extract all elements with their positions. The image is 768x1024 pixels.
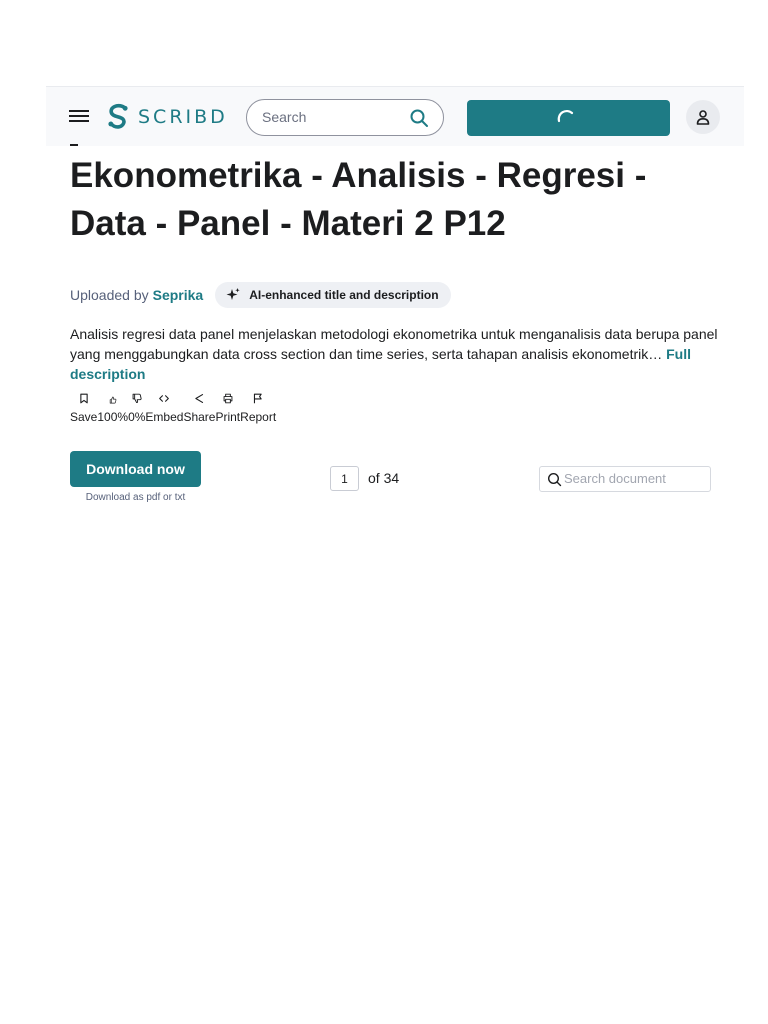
ai-badge-label: AI-enhanced title and description bbox=[249, 288, 439, 302]
report-label: Report bbox=[240, 410, 277, 424]
user-icon bbox=[696, 110, 710, 125]
site-search bbox=[246, 99, 444, 136]
dislike-percentage: 0% bbox=[128, 410, 146, 424]
bookmark-icon bbox=[79, 393, 88, 404]
flag-icon bbox=[254, 393, 262, 404]
uploaded-by-label: Uploaded by bbox=[70, 287, 149, 303]
report-button[interactable]: Report bbox=[240, 392, 276, 424]
thumbs-down-icon bbox=[132, 393, 142, 404]
description-text: Analisis regresi data panel menjelaskan … bbox=[70, 326, 718, 362]
scribd-logo[interactable]: SCRIBD bbox=[106, 103, 228, 131]
document-description: Analisis regresi data panel menjelaskan … bbox=[70, 324, 720, 384]
document-actions: Save 100% 0% Embed Share Print Report bbox=[70, 392, 276, 424]
code-icon bbox=[159, 395, 170, 402]
embed-button[interactable]: Embed bbox=[145, 392, 183, 424]
print-icon bbox=[223, 393, 233, 404]
share-icon bbox=[195, 394, 204, 403]
user-account-button[interactable] bbox=[686, 100, 720, 134]
document-search bbox=[539, 466, 711, 492]
uploader-row: Uploaded by Seprika AI-enhanced title an… bbox=[70, 282, 451, 308]
dislike-button[interactable]: 0% bbox=[128, 392, 145, 424]
like-button[interactable]: 100% bbox=[97, 392, 128, 424]
total-pages-label: of 34 bbox=[368, 470, 400, 486]
uploader-link[interactable]: Seprika bbox=[153, 287, 204, 303]
site-search-input[interactable] bbox=[262, 109, 402, 125]
breadcrumb-fragment bbox=[70, 144, 78, 146]
save-button[interactable]: Save bbox=[70, 392, 97, 424]
print-button[interactable]: Print bbox=[215, 392, 240, 424]
save-label: Save bbox=[70, 410, 98, 424]
document-search-input[interactable] bbox=[564, 471, 704, 486]
document-title: Ekonometrika - Analisis - Regresi - Data… bbox=[70, 156, 647, 243]
top-navigation-bar: SCRIBD bbox=[46, 86, 744, 146]
share-button[interactable]: Share bbox=[183, 392, 215, 424]
share-label: Share bbox=[183, 410, 216, 424]
search-icon[interactable] bbox=[409, 108, 429, 128]
page-number-input[interactable] bbox=[330, 466, 359, 491]
print-label: Print bbox=[215, 410, 241, 424]
hamburger-menu-icon[interactable] bbox=[68, 107, 90, 127]
download-now-button[interactable]: Download now bbox=[70, 451, 201, 487]
download-format-note: Download as pdf or txt bbox=[85, 492, 186, 503]
embed-label: Embed bbox=[145, 410, 184, 424]
sparkle-icon bbox=[226, 288, 240, 300]
thumbs-up-icon bbox=[109, 396, 117, 404]
loading-spinner-icon bbox=[557, 110, 574, 123]
breadcrumb-partial bbox=[70, 140, 290, 146]
brand-name: SCRIBD bbox=[138, 106, 228, 128]
loading-cta-button[interactable] bbox=[467, 100, 670, 136]
ai-enhanced-badge: AI-enhanced title and description bbox=[215, 282, 451, 308]
scribd-logo-icon bbox=[108, 103, 128, 129]
search-icon bbox=[547, 472, 562, 487]
like-percentage: 100% bbox=[97, 410, 129, 424]
